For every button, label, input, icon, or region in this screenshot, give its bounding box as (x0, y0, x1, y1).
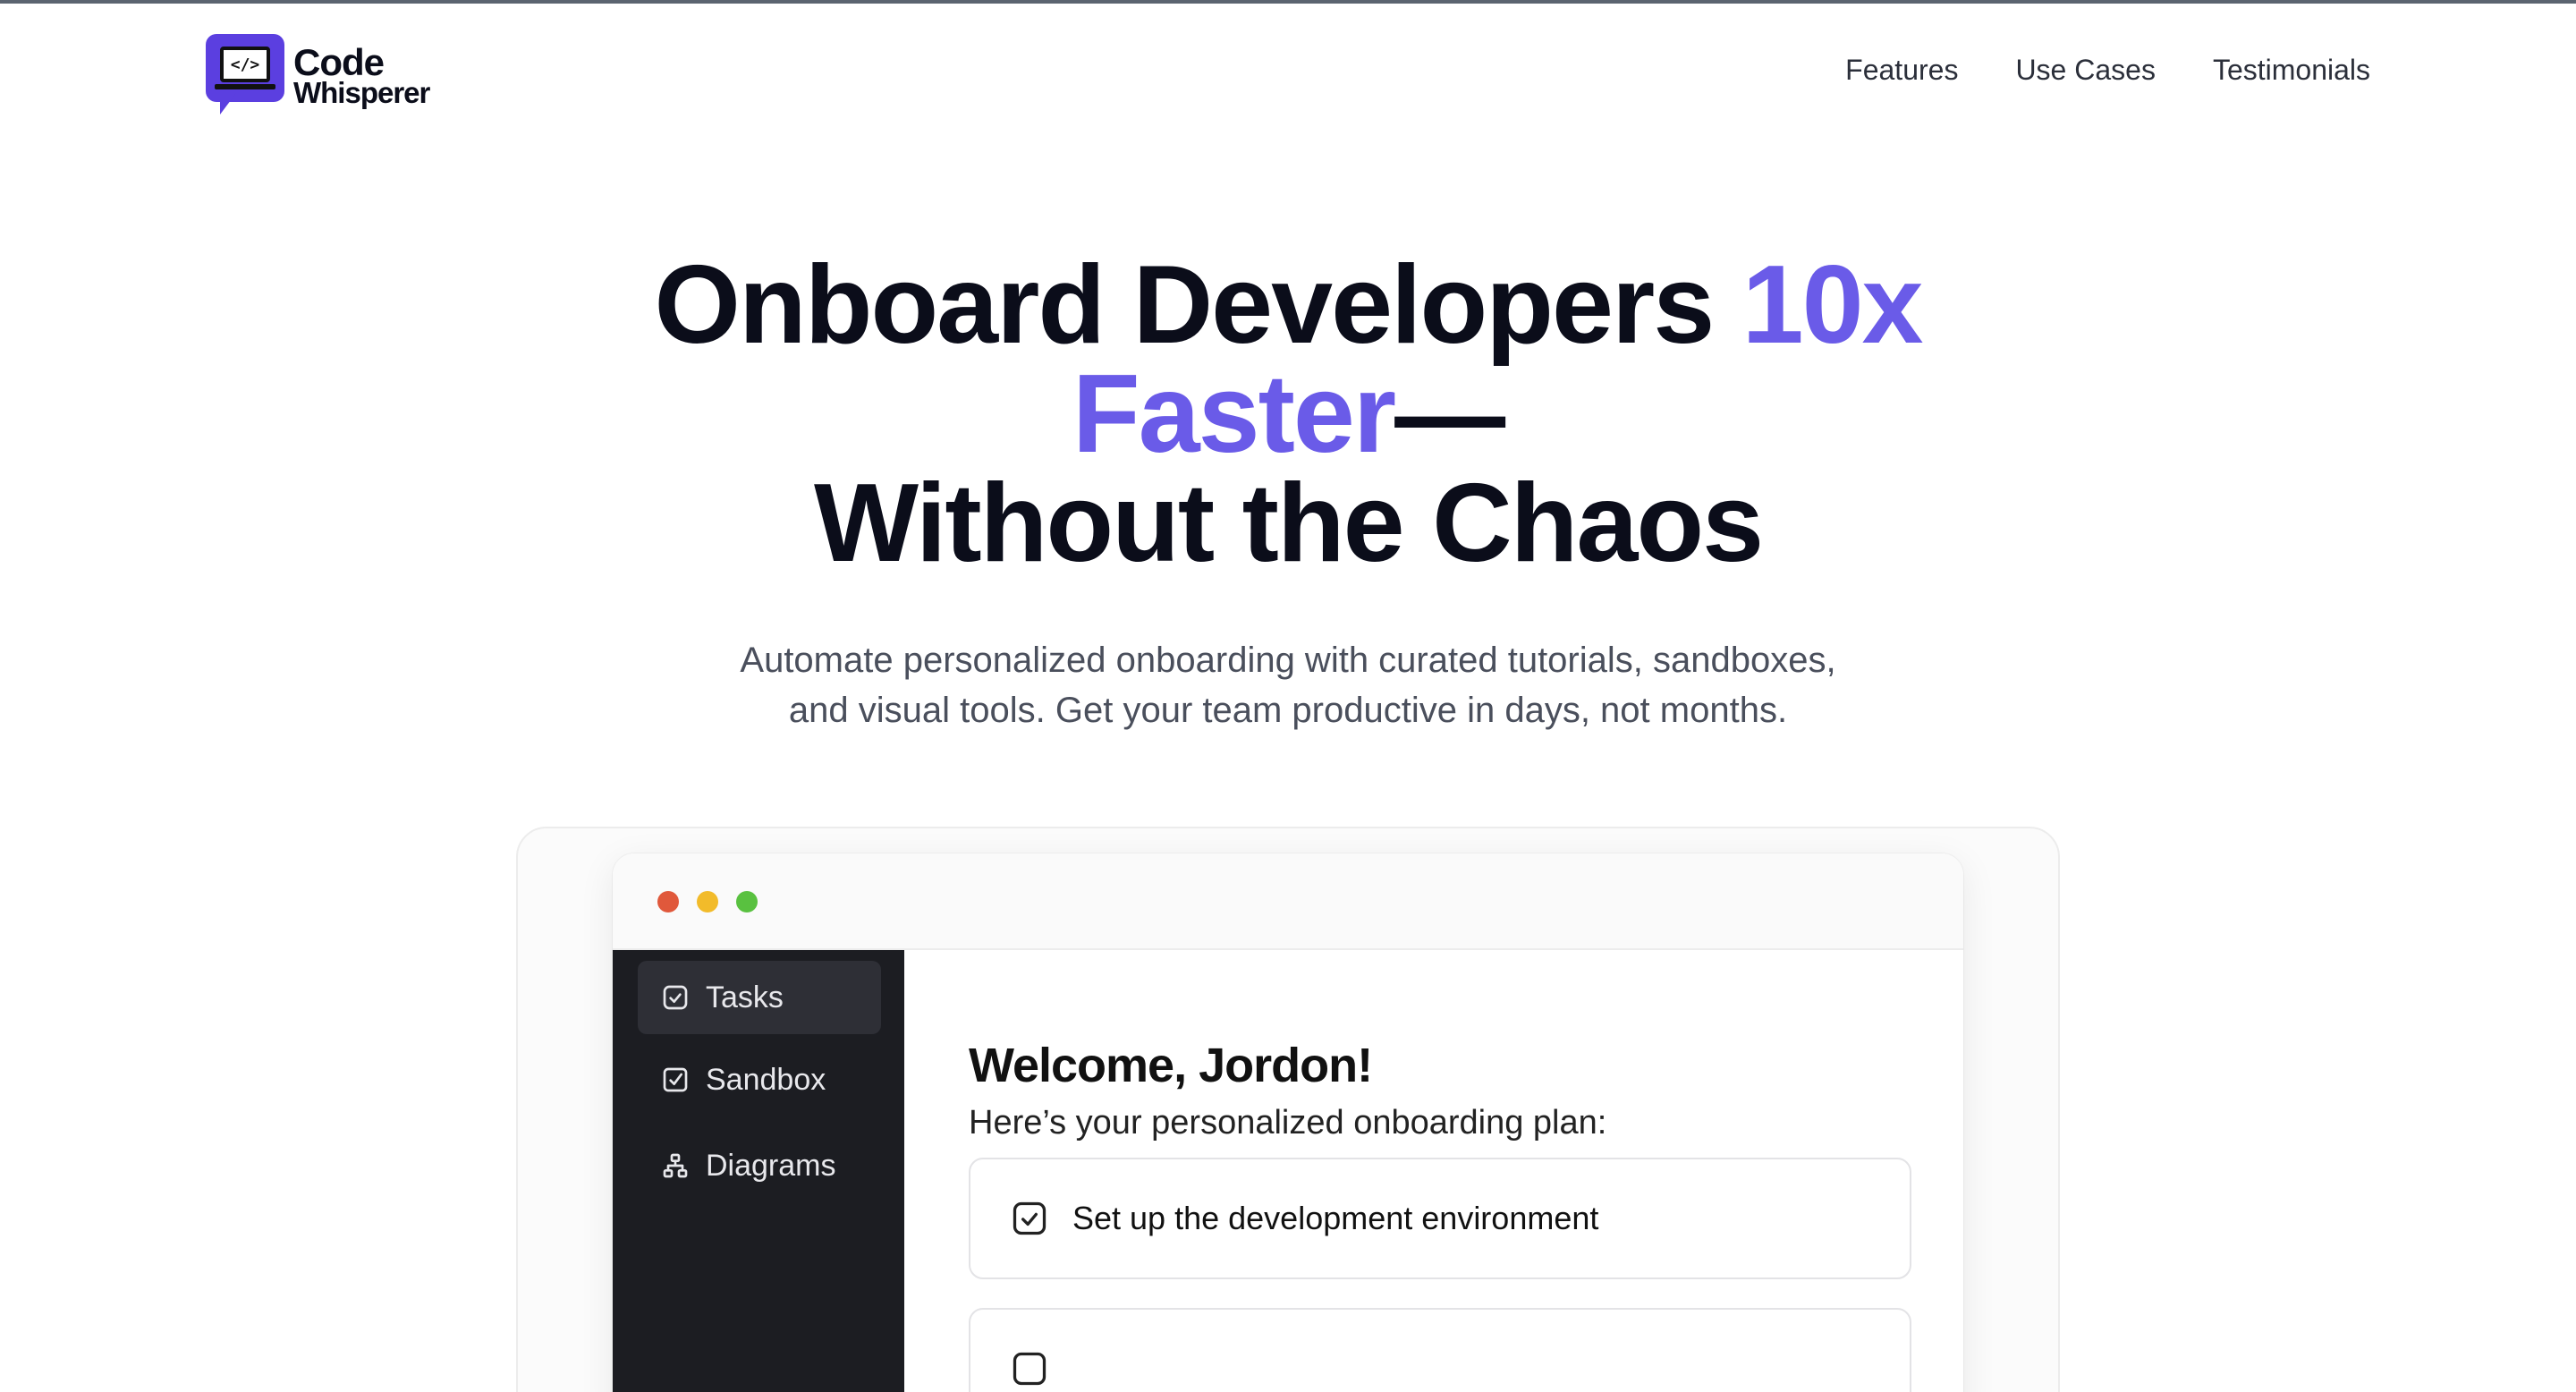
landing-page: </> Code Whisperer Features Use Cases Te… (0, 0, 2576, 1392)
hero-title-accent-faster: Faster (1072, 352, 1396, 476)
sidebar-item-label: Tasks (706, 980, 784, 1014)
checkbox-icon (663, 1067, 688, 1092)
sidebar-item-label: Sandbox (706, 1062, 826, 1097)
task-card[interactable]: Set up the development environment (969, 1158, 1911, 1279)
checkbox-icon[interactable] (1010, 1349, 1049, 1388)
task-card[interactable] (969, 1308, 1911, 1392)
hero-subtitle-line1: Automate personalized onboarding with cu… (740, 641, 1836, 680)
sidebar-item-label: Diagrams (706, 1148, 836, 1183)
app-preview-window: Tasks Sandbox Diagrams Welcome, Jordon! … (613, 853, 1963, 1392)
hero-subtitle-line2: and visual tools. Get your team producti… (788, 691, 1788, 730)
main-nav: Features Use Cases Testimonials (1845, 54, 2370, 87)
hero-title-part1: Onboard Developers (654, 243, 1742, 367)
nav-link-use-cases[interactable]: Use Cases (2015, 54, 2156, 87)
brand-name: Code Whisperer (293, 40, 430, 110)
app-sidebar: Tasks Sandbox Diagrams (613, 950, 904, 1392)
hierarchy-icon (663, 1153, 688, 1178)
site-header: </> Code Whisperer Features Use Cases Te… (0, 0, 2576, 152)
hero-title: Onboard Developers 10x Faster— Without t… (0, 250, 2576, 579)
task-label: Set up the development environment (1072, 1200, 1599, 1236)
brand-name-line1: Code (293, 40, 385, 83)
hero-subtitle: Automate personalized onboarding with cu… (0, 635, 2576, 735)
hero-title-accent-10x: 10x (1741, 243, 1924, 367)
plan-subtitle: Here’s your personalized onboarding plan… (969, 1104, 1607, 1142)
sidebar-item-tasks[interactable]: Tasks (638, 961, 881, 1034)
maximize-dot (736, 891, 758, 912)
checkbox-icon (663, 985, 688, 1010)
app-main-content: Welcome, Jordon! Here’s your personalize… (904, 950, 1963, 1392)
hero-title-line3: Without the Chaos (813, 462, 1764, 585)
code-laptop-chat-icon: </> (206, 34, 284, 118)
sidebar-item-diagrams[interactable]: Diagrams (638, 1129, 881, 1202)
welcome-heading: Welcome, Jordon! (969, 1039, 1373, 1092)
checkbox-icon[interactable] (1010, 1199, 1049, 1238)
nav-link-testimonials[interactable]: Testimonials (2213, 54, 2370, 87)
brand-name-line2: Whisperer (293, 76, 430, 110)
sidebar-item-sandbox[interactable]: Sandbox (638, 1043, 881, 1116)
minimize-dot (697, 891, 718, 912)
brand-logo[interactable]: </> Code Whisperer (206, 34, 430, 118)
nav-link-features[interactable]: Features (1845, 54, 1958, 87)
hero-title-dash: — (1394, 352, 1505, 476)
window-titlebar (613, 853, 1963, 950)
close-dot (657, 891, 679, 912)
